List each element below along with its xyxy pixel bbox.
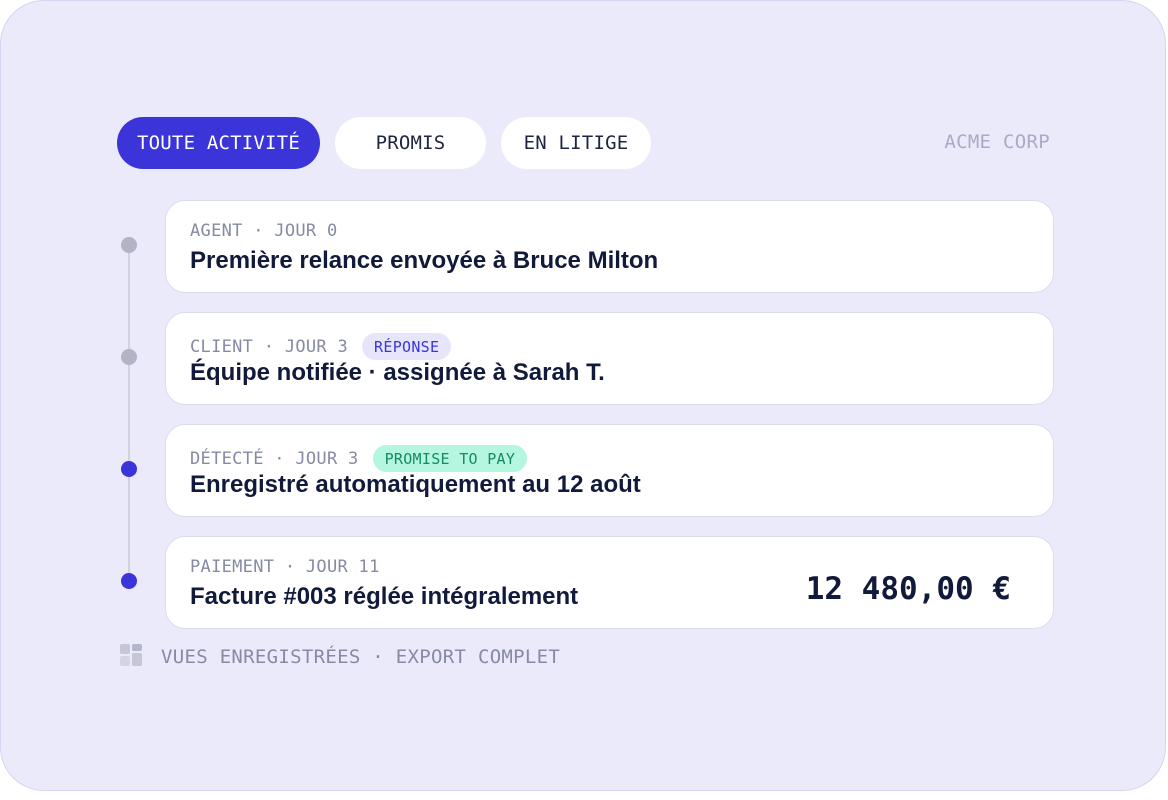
company-name: ACME CORP <box>944 131 1050 153</box>
event-title: Facture #003 réglée intégralement <box>190 583 579 610</box>
event-title: Équipe notifiée · assignée à Sarah T. <box>190 359 605 386</box>
event-meta: PAIEMENT · JOUR 11 <box>190 557 380 577</box>
timeline-dot <box>121 237 137 253</box>
event-title: Enregistré automatiquement au 12 août <box>190 471 641 498</box>
event-meta: CLIENT · JOUR 3 RÉPONSE <box>190 333 452 360</box>
event-meta-text: DÉTECTÉ · JOUR 3 <box>190 448 359 469</box>
reponse-badge: RÉPONSE <box>362 333 452 360</box>
timeline-dot <box>121 573 137 589</box>
event-meta-text: PAIEMENT · JOUR 11 <box>190 557 380 577</box>
promise-to-pay-badge: PROMISE TO PAY <box>372 445 528 472</box>
tab-toute-activite[interactable]: TOUTE ACTIVITÉ <box>117 117 320 169</box>
activity-panel: TOUTE ACTIVITÉ PROMIS EN LITIGE ACME COR… <box>0 0 1166 791</box>
footer-links[interactable]: VUES ENREGISTRÉES · EXPORT COMPLET <box>161 646 560 668</box>
event-card[interactable]: CLIENT · JOUR 3 RÉPONSE Équipe notifiée … <box>165 312 1054 405</box>
event-meta-text: CLIENT · JOUR 3 <box>190 336 349 357</box>
timeline-dot <box>121 349 137 365</box>
grid-icon[interactable] <box>120 644 142 666</box>
tab-en-litige[interactable]: EN LITIGE <box>501 117 651 169</box>
timeline-line <box>128 245 130 581</box>
payment-amount: 12 480,00 € <box>805 571 1011 607</box>
event-meta: DÉTECTÉ · JOUR 3 PROMISE TO PAY <box>190 445 528 472</box>
event-meta: AGENT · JOUR 0 <box>190 221 338 241</box>
event-card[interactable]: DÉTECTÉ · JOUR 3 PROMISE TO PAY Enregist… <box>165 424 1054 517</box>
event-meta-text: AGENT · JOUR 0 <box>190 221 338 241</box>
tab-promis[interactable]: PROMIS <box>335 117 486 169</box>
event-card[interactable]: AGENT · JOUR 0 Première relance envoyée … <box>165 200 1054 293</box>
event-title: Première relance envoyée à Bruce Milton <box>190 247 659 274</box>
timeline-dot <box>121 461 137 477</box>
event-card[interactable]: PAIEMENT · JOUR 11 Facture #003 réglée i… <box>165 536 1054 629</box>
